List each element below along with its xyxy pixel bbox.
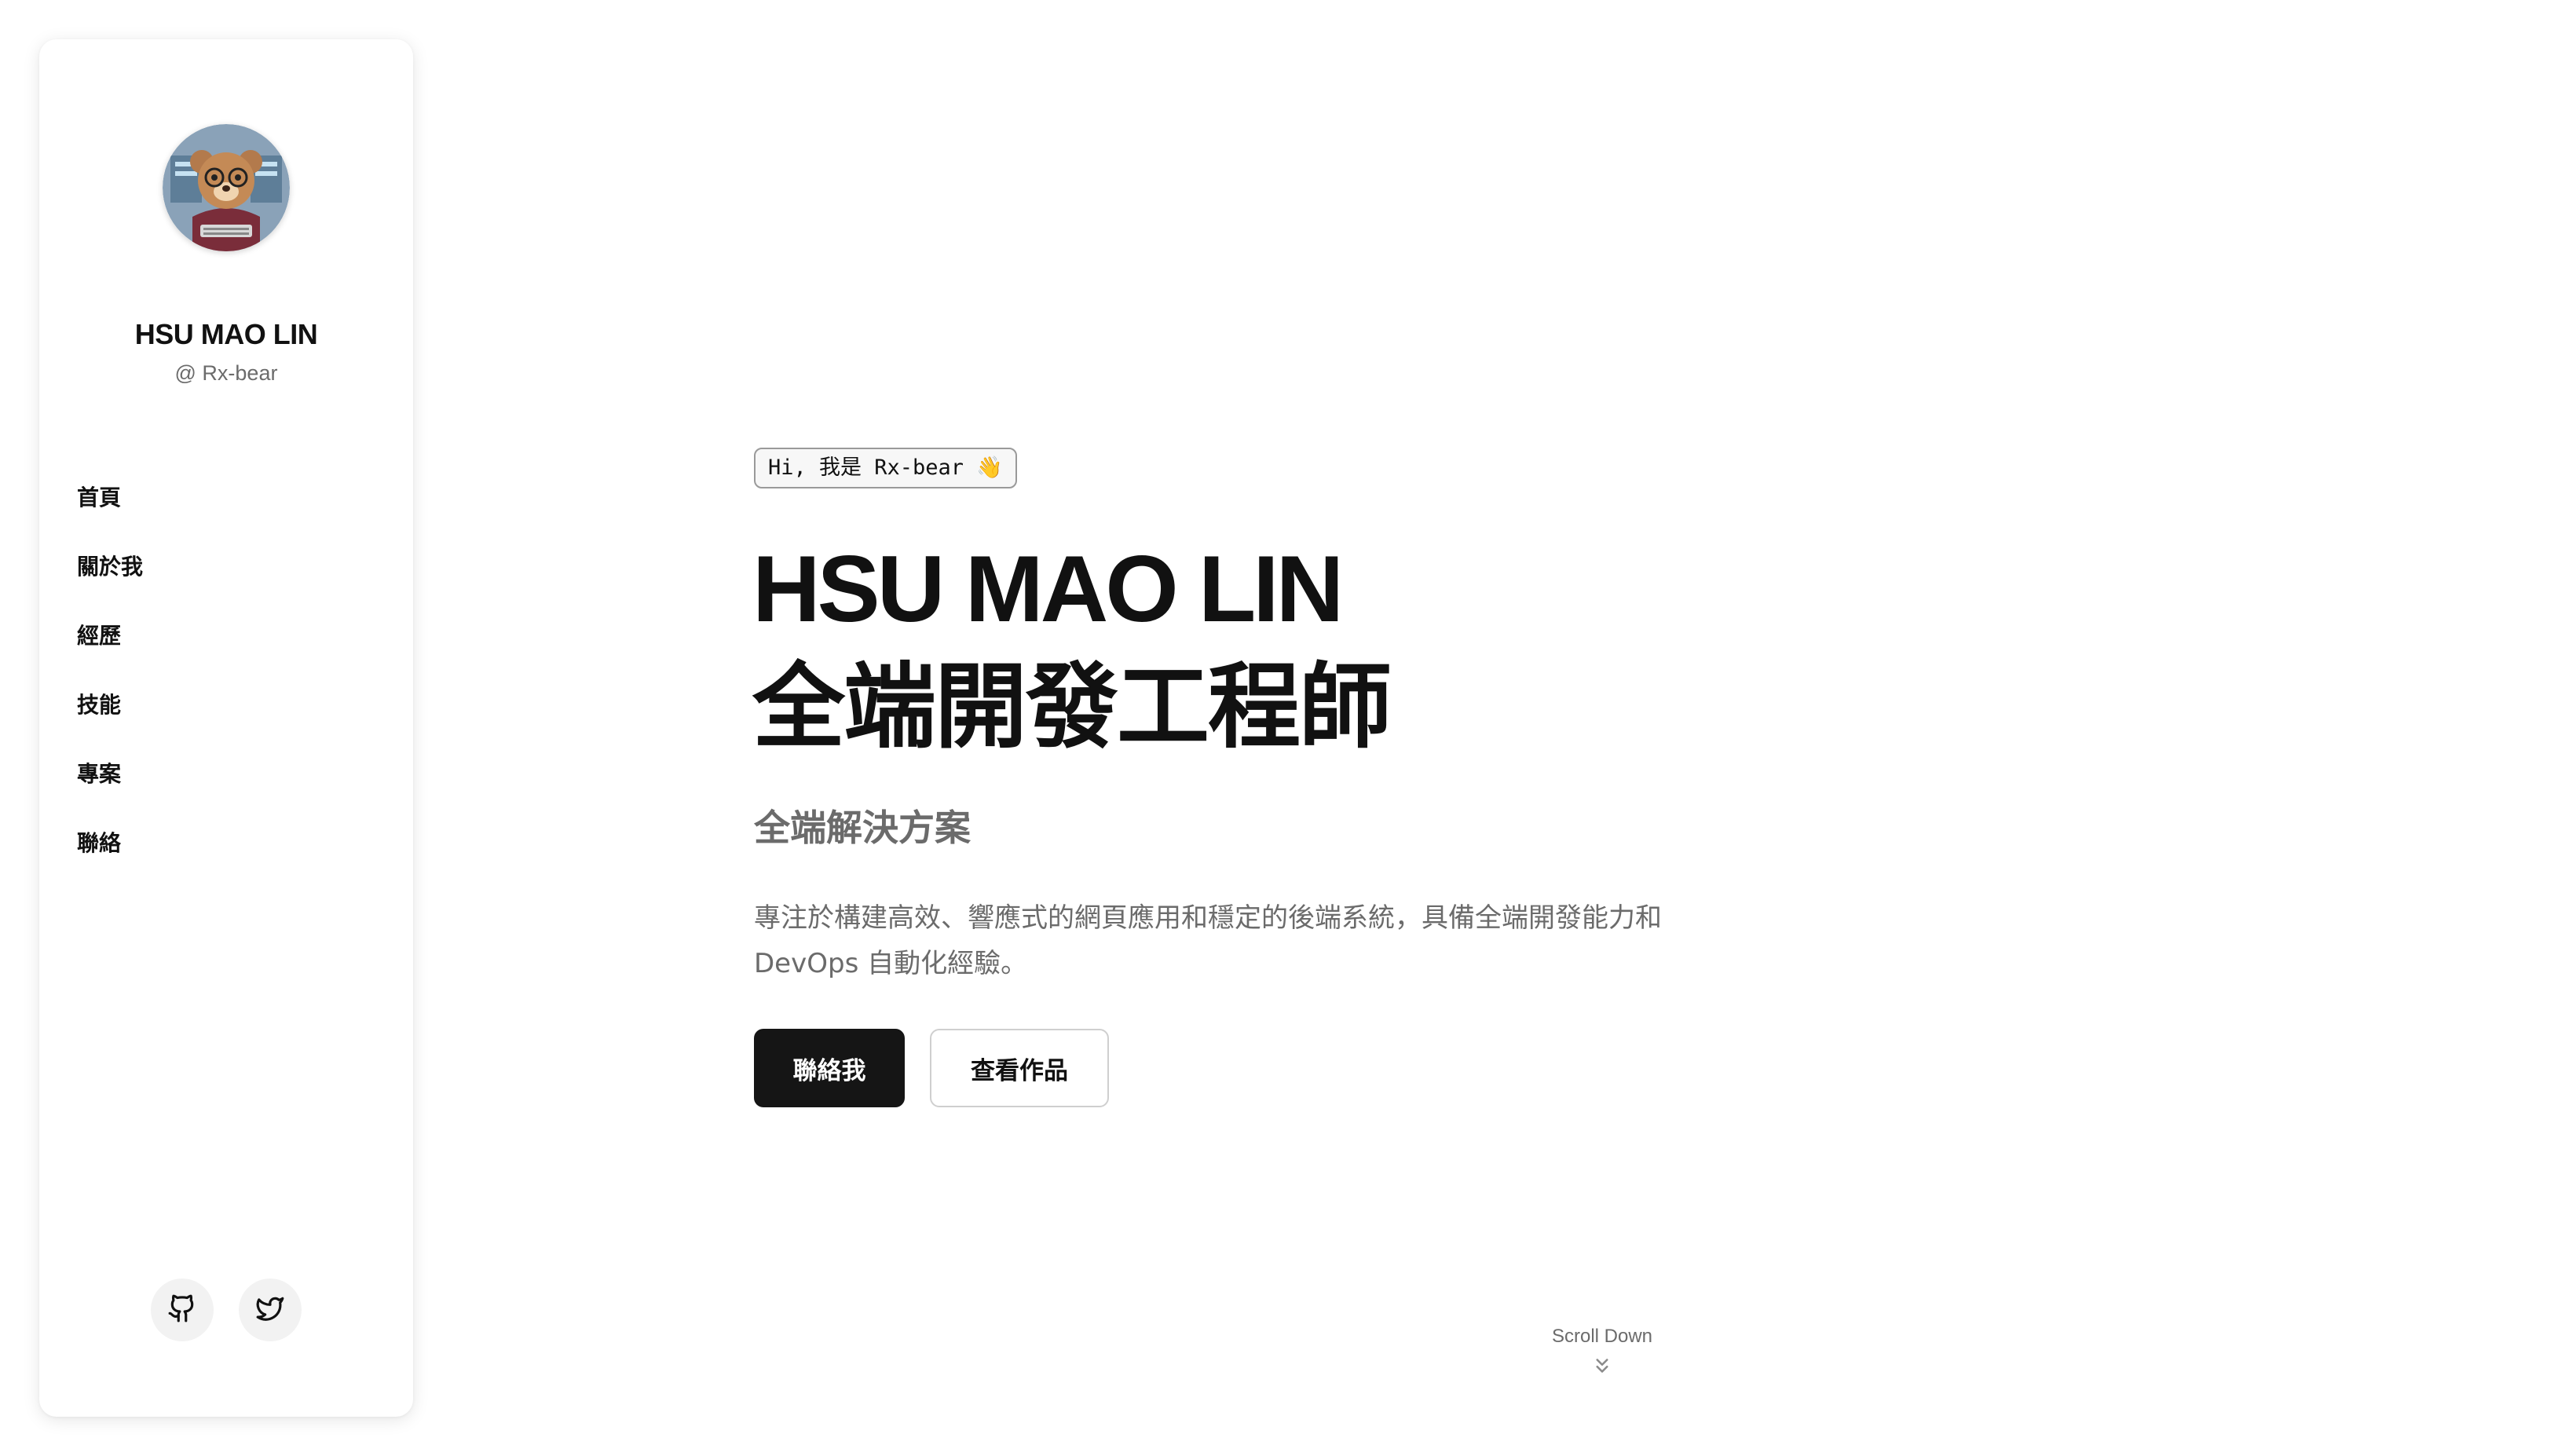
- hero-title: HSU MAO LIN 全端開發工程師: [752, 534, 1392, 770]
- avatar: [163, 124, 290, 251]
- github-button[interactable]: [151, 1279, 214, 1341]
- hero-description: 專注於構建高效、響應式的網頁應用和穩定的後端系統，具備全端開發能力和 DevOp…: [754, 902, 1662, 979]
- scroll-down[interactable]: Scroll Down: [1524, 1326, 1681, 1377]
- chevrons-down-icon: [1524, 1354, 1681, 1377]
- sidebar: HSU MAO LIN @ Rx-bear 首頁 關於我 經歷 技能 專案 聯絡: [39, 39, 413, 1417]
- scroll-down-label: Scroll Down: [1551, 1326, 1653, 1347]
- github-icon: [167, 1293, 197, 1326]
- nav-item-home[interactable]: 首頁: [77, 476, 375, 545]
- profile-handle: @ Rx-bear: [174, 361, 278, 385]
- sidebar-nav: 首頁 關於我 經歷 技能 專案 聯絡: [77, 476, 375, 891]
- nav-item-experience[interactable]: 經歷: [77, 614, 375, 683]
- social-links: [39, 1279, 413, 1341]
- nav-item-about[interactable]: 關於我: [77, 545, 375, 614]
- profile-name: HSU MAO LIN: [134, 318, 318, 350]
- twitter-icon: [255, 1293, 285, 1326]
- hero-subtitle: 全端解決方案: [754, 807, 971, 849]
- contact-me-button[interactable]: 聯絡我: [754, 1029, 905, 1107]
- hero-role: 全端開發工程師: [752, 653, 1392, 761]
- nav-item-projects[interactable]: 專案: [77, 752, 375, 821]
- hero-name: HSU MAO LIN: [752, 536, 1344, 642]
- greeting-badge: Hi, 我是 Rx-bear 👋: [754, 448, 1017, 488]
- nav-item-skills[interactable]: 技能: [77, 683, 375, 752]
- nav-item-contact[interactable]: 聯絡: [77, 821, 375, 891]
- twitter-button[interactable]: [239, 1279, 302, 1341]
- view-works-button[interactable]: 查看作品: [930, 1029, 1109, 1107]
